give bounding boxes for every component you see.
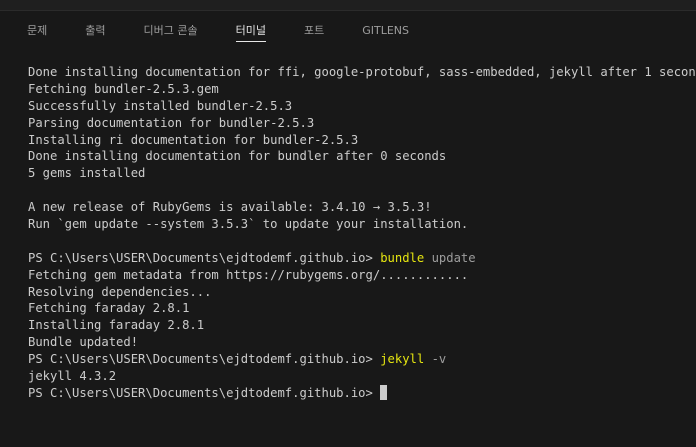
panel-tab-bar: 문제 출력 디버그 콘솔 터미널 포트 GITLENS bbox=[0, 11, 696, 51]
terminal-line: Fetching faraday 2.8.1 bbox=[28, 301, 190, 316]
command-argument: update bbox=[431, 250, 476, 265]
prompt-text: PS C:\Users\USER\Documents\ejdtodemf.git… bbox=[28, 250, 381, 265]
terminal-panel: 문제 출력 디버그 콘솔 터미널 포트 GITLENS Done install… bbox=[0, 0, 696, 447]
terminal-line: 5 gems installed bbox=[28, 166, 146, 181]
terminal-line: A new release of RubyGems is available: … bbox=[28, 200, 432, 215]
tab-output[interactable]: 출력 bbox=[78, 11, 112, 51]
tab-debug-console[interactable]: 디버그 콘솔 bbox=[137, 11, 205, 51]
terminal-line: Done installing documentation for ffi, g… bbox=[28, 65, 696, 79]
tab-problems[interactable]: 문제 bbox=[20, 11, 54, 51]
prompt-text: PS C:\Users\USER\Documents\ejdtodemf.git… bbox=[28, 352, 381, 367]
prompt-text: PS C:\Users\USER\Documents\ejdtodemf.git… bbox=[28, 385, 381, 400]
tab-gitlens[interactable]: GITLENS bbox=[355, 11, 416, 51]
terminal-prompt-line: PS C:\Users\USER\Documents\ejdtodemf.git… bbox=[28, 351, 696, 368]
terminal-output[interactable]: Done installing documentation for ffi, g… bbox=[28, 64, 696, 447]
command-name: bundle bbox=[380, 250, 425, 265]
terminal-line: Run `gem update --system 3.5.3` to updat… bbox=[28, 217, 469, 232]
tab-terminal[interactable]: 터미널 bbox=[229, 11, 273, 51]
terminal-line: Resolving dependencies... bbox=[28, 284, 212, 299]
terminal-prompt-line[interactable]: PS C:\Users\USER\Documents\ejdtodemf.git… bbox=[28, 384, 696, 402]
terminal-line: Installing faraday 2.8.1 bbox=[28, 318, 205, 333]
terminal-line: Done installing documentation for bundle… bbox=[28, 149, 447, 164]
terminal-line: Installing ri documentation for bundler-… bbox=[28, 132, 359, 147]
editor-area-edge bbox=[0, 0, 696, 11]
terminal-line: jekyll 4.3.2 bbox=[28, 369, 117, 384]
terminal-line: Fetching bundler-2.5.3.gem bbox=[28, 81, 219, 96]
command-argument: -v bbox=[431, 352, 447, 367]
terminal-line: Fetching gem metadata from https://rubyg… bbox=[28, 267, 469, 282]
command-name: jekyll bbox=[380, 352, 425, 367]
text-cursor bbox=[380, 384, 388, 400]
terminal-line: Parsing documentation for bundler-2.5.3 bbox=[28, 115, 315, 130]
terminal-line: Successfully installed bundler-2.5.3 bbox=[28, 98, 293, 113]
terminal-line: Bundle updated! bbox=[28, 335, 139, 350]
tab-ports[interactable]: 포트 bbox=[297, 11, 331, 51]
terminal-prompt-line: PS C:\Users\USER\Documents\ejdtodemf.git… bbox=[28, 250, 696, 267]
